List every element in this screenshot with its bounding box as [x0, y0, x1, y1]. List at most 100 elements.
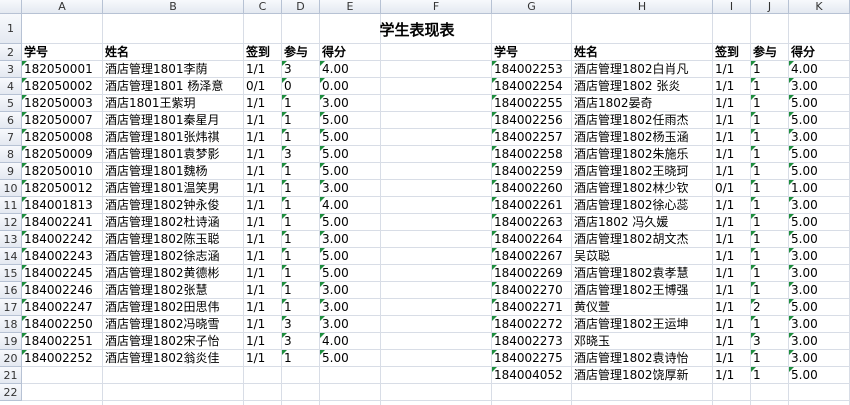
left-cell-score[interactable]: 5.00 [320, 265, 381, 282]
left-cell-score[interactable]: 0.00 [320, 78, 381, 95]
right-cell-id[interactable]: 184004052 [492, 367, 572, 384]
row-header-20[interactable]: 20 [0, 350, 22, 367]
right-header-name[interactable]: 姓名 [572, 44, 713, 61]
right-cell-participate[interactable]: 1 [751, 112, 789, 129]
left-cell-score[interactable]: 5.00 [320, 129, 381, 146]
left-cell-participate[interactable]: 1 [282, 299, 320, 316]
left-cell-score[interactable]: 5.00 [320, 248, 381, 265]
left-cell-signin[interactable]: 1/1 [244, 163, 282, 180]
left-cell-participate[interactable]: 1 [282, 265, 320, 282]
column-header-k[interactable]: K [789, 0, 850, 14]
right-cell-score[interactable]: 3.00 [789, 316, 850, 333]
left-cell-id[interactable]: 184002243 [22, 248, 103, 265]
row-header-5[interactable]: 5 [0, 95, 22, 112]
left-cell-id[interactable]: 182050012 [22, 180, 103, 197]
right-cell-participate[interactable]: 1 [751, 265, 789, 282]
right-cell-signin[interactable]: 1/1 [713, 129, 751, 146]
right-cell-id[interactable]: 184002256 [492, 112, 572, 129]
left-cell-signin[interactable]: 1/1 [244, 333, 282, 350]
left-cell-id[interactable]: 182050001 [22, 61, 103, 78]
right-cell-participate[interactable]: 1 [751, 350, 789, 367]
right-cell-score[interactable]: 3.00 [789, 282, 850, 299]
column-header-j[interactable]: J [751, 0, 789, 14]
right-cell-id[interactable]: 184002263 [492, 214, 572, 231]
left-cell-signin[interactable]: 1/1 [244, 316, 282, 333]
right-cell-participate[interactable]: 1 [751, 163, 789, 180]
right-cell-score[interactable]: 5.00 [789, 214, 850, 231]
left-cell-signin[interactable]: 1/1 [244, 214, 282, 231]
left-cell-participate[interactable]: 1 [282, 214, 320, 231]
left-cell-name[interactable]: 酒店管理1801袁梦影 [103, 146, 244, 163]
left-cell-score[interactable]: 5.00 [320, 146, 381, 163]
right-cell-name[interactable]: 酒店管理1802王晓珂 [572, 163, 713, 180]
left-cell-name[interactable]: 酒店管理1802杜诗涵 [103, 214, 244, 231]
right-cell-participate[interactable]: 1 [751, 248, 789, 265]
right-cell-name[interactable]: 酒店管理1802饶厚新 [572, 367, 713, 384]
right-cell-id[interactable]: 184002260 [492, 180, 572, 197]
right-header-id[interactable]: 学号 [492, 44, 572, 61]
right-cell-signin[interactable]: 1/1 [713, 61, 751, 78]
left-cell-participate[interactable]: 1 [282, 350, 320, 367]
left-cell-name[interactable]: 酒店管理1802翁炎佳 [103, 350, 244, 367]
left-cell-name[interactable]: 酒店管理1801李荫 [103, 61, 244, 78]
left-cell-participate[interactable]: 3 [282, 146, 320, 163]
left-cell-score[interactable]: 5.00 [320, 214, 381, 231]
right-cell-participate[interactable]: 3 [751, 333, 789, 350]
left-cell-id[interactable]: 184002252 [22, 350, 103, 367]
right-cell-id[interactable]: 184002264 [492, 231, 572, 248]
right-cell-id[interactable]: 184002253 [492, 61, 572, 78]
select-all-corner[interactable] [0, 0, 22, 14]
right-cell-id[interactable]: 184002261 [492, 197, 572, 214]
left-cell-participate[interactable]: 1 [282, 231, 320, 248]
row-header-21[interactable]: 21 [0, 367, 22, 384]
row-header-11[interactable]: 11 [0, 197, 22, 214]
sheet-title[interactable]: 学生表现表 [336, 16, 498, 44]
right-cell-participate[interactable]: 1 [751, 95, 789, 112]
left-cell-name[interactable]: 酒店管理1802钟永俊 [103, 197, 244, 214]
left-cell-score[interactable]: 3.00 [320, 316, 381, 333]
left-cell-participate[interactable]: 1 [282, 95, 320, 112]
right-cell-id[interactable]: 184002271 [492, 299, 572, 316]
right-cell-participate[interactable]: 1 [751, 61, 789, 78]
row-header-6[interactable]: 6 [0, 112, 22, 129]
left-cell-participate[interactable]: 1 [282, 197, 320, 214]
right-cell-participate[interactable]: 1 [751, 316, 789, 333]
left-header-name[interactable]: 姓名 [103, 44, 244, 61]
right-cell-signin[interactable]: 1/1 [713, 299, 751, 316]
right-cell-signin[interactable]: 1/1 [713, 197, 751, 214]
right-cell-signin[interactable]: 1/1 [713, 95, 751, 112]
row-header-16[interactable]: 16 [0, 282, 22, 299]
left-cell-signin[interactable]: 1/1 [244, 299, 282, 316]
column-header-h[interactable]: H [572, 0, 713, 14]
left-cell-id[interactable]: 184002251 [22, 333, 103, 350]
right-cell-participate[interactable]: 1 [751, 197, 789, 214]
row-header-4[interactable]: 4 [0, 78, 22, 95]
left-cell-id[interactable]: 184002245 [22, 265, 103, 282]
left-cell-participate[interactable]: 1 [282, 163, 320, 180]
column-header-e[interactable]: E [320, 0, 381, 14]
right-cell-participate[interactable]: 1 [751, 282, 789, 299]
row-header-9[interactable]: 9 [0, 163, 22, 180]
left-cell-score[interactable]: 3.00 [320, 299, 381, 316]
left-cell-id[interactable]: 184002247 [22, 299, 103, 316]
right-cell-id[interactable]: 184002258 [492, 146, 572, 163]
left-cell-score[interactable]: 4.00 [320, 197, 381, 214]
row-header-17[interactable]: 17 [0, 299, 22, 316]
right-cell-score[interactable]: 3.00 [789, 78, 850, 95]
right-cell-name[interactable]: 酒店管理1802袁诗怡 [572, 350, 713, 367]
row-header-1[interactable]: 1 [0, 14, 22, 44]
column-header-f[interactable]: F [381, 0, 492, 14]
row-header-12[interactable]: 12 [0, 214, 22, 231]
right-cell-score[interactable]: 3.00 [789, 248, 850, 265]
row-header-19[interactable]: 19 [0, 333, 22, 350]
left-header-signin[interactable]: 签到 [244, 44, 282, 61]
right-cell-id[interactable]: 184002270 [492, 282, 572, 299]
left-cell-id[interactable]: 184001813 [22, 197, 103, 214]
left-cell-name[interactable]: 酒店管理1801温笑男 [103, 180, 244, 197]
right-cell-id[interactable]: 184002257 [492, 129, 572, 146]
left-cell-name[interactable]: 酒店管理1802田思伟 [103, 299, 244, 316]
left-cell-id[interactable]: 184002250 [22, 316, 103, 333]
right-cell-id[interactable]: 184002267 [492, 248, 572, 265]
left-cell-participate[interactable]: 3 [282, 333, 320, 350]
right-cell-signin[interactable]: 0/1 [713, 180, 751, 197]
